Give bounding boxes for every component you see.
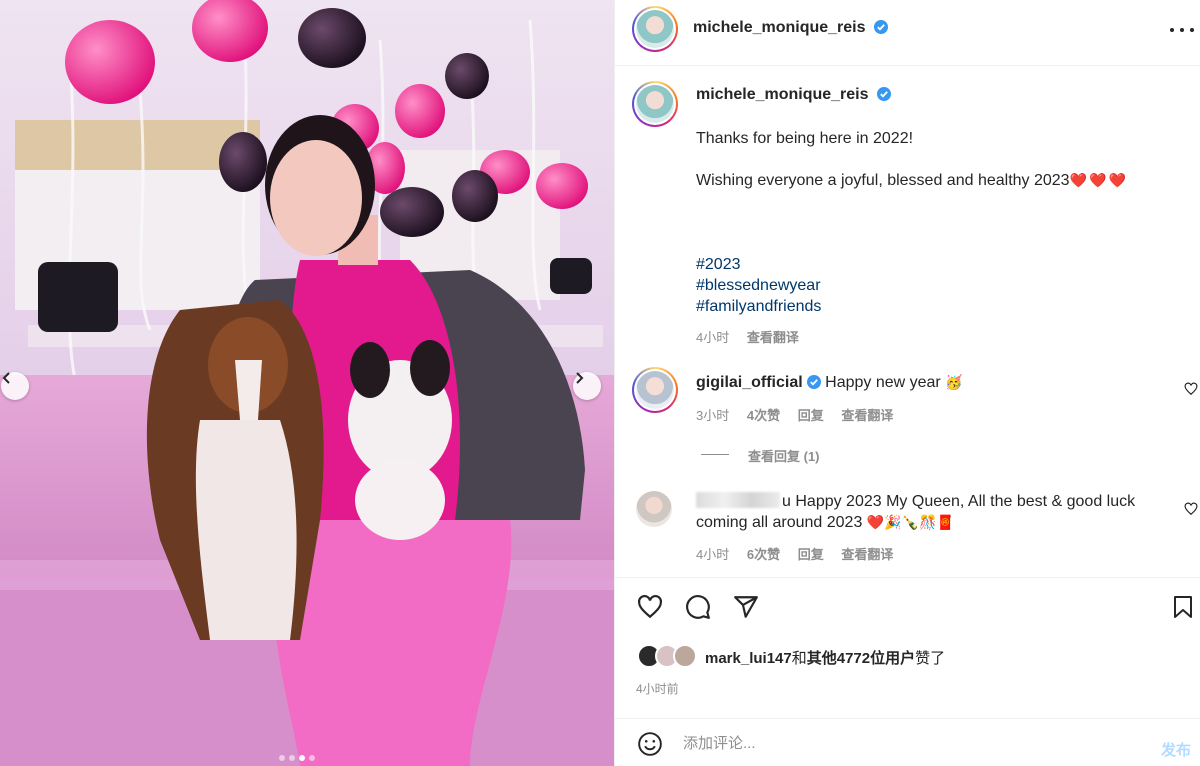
comment-text: Happy 2023 My Queen, All the best & good…	[795, 493, 1136, 510]
comment-text-2: coming all around 2023	[696, 514, 863, 531]
comment-reply-button[interactable]: 回复	[798, 547, 824, 562]
author-avatar[interactable]	[632, 6, 678, 52]
post-header: michele_monique_reis	[615, 0, 1200, 66]
chevron-right-icon	[576, 372, 584, 384]
carousel-dot	[279, 755, 285, 761]
more-options-icon[interactable]	[1170, 20, 1194, 40]
comment-input[interactable]	[683, 731, 1143, 755]
post-photo	[0, 0, 614, 766]
comment-username[interactable]: gigilai_official	[696, 374, 803, 391]
comment-avatar[interactable]	[632, 367, 678, 413]
comment-composer: 发布	[615, 718, 1200, 766]
carousel-dot	[309, 755, 315, 761]
replies-divider	[701, 454, 729, 455]
hashtag-link[interactable]: #blessednewyear	[696, 275, 821, 296]
party-emoji: 🥳	[945, 375, 963, 391]
carousel-prev-button[interactable]	[1, 372, 29, 400]
carousel-dot	[299, 755, 305, 761]
verified-badge-icon	[806, 375, 821, 389]
photo-illustration	[0, 0, 614, 766]
liker-username[interactable]: mark_lui147	[705, 650, 792, 667]
action-bar	[615, 577, 1200, 578]
hashtag-list: #2023 #blessednewyear #familyandfriends	[696, 254, 821, 317]
liker-avatars	[637, 644, 707, 668]
comment-translate-link[interactable]: 查看翻译	[841, 408, 893, 423]
comment-time: 4小时	[696, 547, 730, 562]
comment-reply-button[interactable]: 回复	[798, 408, 824, 423]
verified-badge-icon	[876, 87, 891, 101]
likes-others-link[interactable]: 其他4772位用户	[807, 650, 915, 667]
author-username[interactable]: michele_monique_reis	[693, 19, 866, 36]
bookmark-save-icon[interactable]	[1171, 594, 1195, 620]
emoji-smiley-icon[interactable]	[636, 731, 664, 757]
likes-summary: mark_lui147和其他4772位用户赞了	[705, 650, 946, 667]
carousel-dot	[289, 755, 295, 761]
hashtag-link[interactable]: #2023	[696, 254, 821, 275]
caption-line-2: Wishing everyone a joyful, blessed and h…	[696, 172, 1128, 189]
caption-meta: 4小时 查看翻译	[696, 327, 813, 346]
heart-emoji: ❤️❤️❤️	[1069, 173, 1128, 189]
chevron-left-icon	[2, 372, 10, 384]
verified-badge-icon	[873, 20, 888, 34]
view-replies-link[interactable]: 查看回复 (1)	[748, 446, 820, 465]
comment-time: 3小时	[696, 408, 730, 423]
caption-username[interactable]: michele_monique_reis	[696, 86, 869, 103]
post-comment-button[interactable]: 发布	[1161, 739, 1191, 760]
post-timestamp: 4小时前	[636, 682, 679, 696]
comment-2-meta: 4小时 6次赞 回复 查看翻译	[696, 544, 907, 563]
comment-bubble-icon[interactable]	[684, 594, 712, 620]
comment-likes-count[interactable]: 4次赞	[747, 408, 780, 423]
redacted-username	[696, 492, 780, 508]
caption-time: 4小时	[696, 330, 730, 345]
comment-likes-count[interactable]: 6次赞	[747, 547, 780, 562]
comment-like-heart-icon[interactable]	[1184, 502, 1198, 516]
comment-avatar[interactable]	[636, 491, 672, 527]
share-send-icon[interactable]	[732, 594, 760, 620]
hashtag-link[interactable]: #familyandfriends	[696, 296, 821, 317]
comment-translate-link[interactable]: 查看翻译	[841, 547, 893, 562]
caption-line-1: Thanks for being here in 2022!	[696, 130, 914, 147]
carousel-indicator	[279, 755, 315, 761]
comment-text: Happy new year	[825, 374, 941, 391]
comment-like-heart-icon[interactable]	[1184, 382, 1198, 396]
comment-2: u Happy 2023 My Queen, All the best & go…	[696, 491, 1166, 534]
celebration-emojis: ❤️🎉🍾🎊🧧	[866, 515, 954, 531]
comment-username[interactable]: u	[782, 493, 791, 510]
caption-translate-link[interactable]: 查看翻译	[747, 330, 799, 345]
post-detail-panel: michele_monique_reis michele_monique_rei…	[614, 0, 1200, 766]
liker-avatar	[673, 644, 697, 668]
like-heart-icon[interactable]	[636, 594, 664, 620]
comment-1-meta: 3小时 4次赞 回复 查看翻译	[696, 405, 907, 424]
carousel-next-button[interactable]	[573, 372, 601, 400]
comment-1: gigilai_official Happy new year 🥳	[696, 372, 963, 394]
caption-avatar[interactable]	[632, 81, 678, 127]
